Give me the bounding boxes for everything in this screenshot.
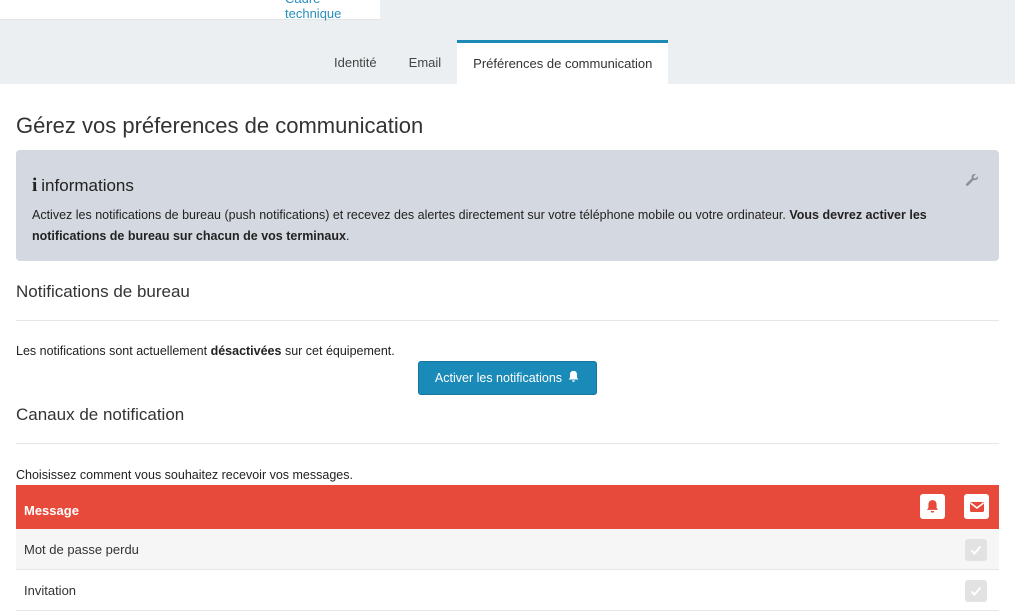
info-text-end: . bbox=[345, 229, 350, 243]
table-row: Mot de passe perdu bbox=[16, 529, 999, 570]
section-divider bbox=[16, 443, 999, 444]
info-text: Activez les notifications de bureau (pus… bbox=[32, 205, 982, 247]
section-divider bbox=[16, 320, 999, 321]
check-icon[interactable] bbox=[965, 580, 987, 602]
tab-email[interactable]: Email bbox=[393, 40, 458, 84]
status-value: désactivées bbox=[210, 344, 282, 358]
envelope-icon bbox=[964, 494, 989, 519]
row-label: Mot de passe perdu bbox=[24, 542, 139, 557]
cadre-technique-link[interactable]: Cadre technique bbox=[285, 0, 380, 21]
notification-channels-title: Canaux de notification bbox=[16, 405, 185, 424]
activate-notifications-label: Activer les notifications bbox=[434, 371, 563, 385]
page-title: Gérez vos préferences de communication bbox=[16, 113, 424, 138]
info-text-normal: Activez les notifications de bureau (pus… bbox=[32, 208, 786, 222]
check-icon[interactable] bbox=[965, 539, 987, 561]
desktop-notifications-title: Notifications de bureau bbox=[16, 282, 190, 301]
message-column-header: Message bbox=[24, 503, 79, 518]
info-panel: i informations Activez les notifications… bbox=[16, 150, 999, 261]
info-title: i informations bbox=[32, 175, 134, 197]
top-left-panel: Cadre technique bbox=[0, 0, 380, 21]
bell-icon bbox=[920, 494, 945, 519]
channels-description: Choisissez comment vous souhaitez recevo… bbox=[16, 468, 353, 482]
status-after: sur cet équipement. bbox=[284, 344, 395, 358]
info-title-text: informations bbox=[41, 176, 134, 195]
status-before: Les notifications sont actuellement bbox=[16, 344, 208, 358]
info-icon: i bbox=[32, 175, 38, 196]
tab-preferences-communication[interactable]: Préférences de communication bbox=[457, 40, 669, 84]
bell-icon bbox=[567, 370, 580, 386]
tab-identite[interactable]: Identité bbox=[318, 40, 393, 84]
wrench-icon[interactable] bbox=[965, 173, 979, 187]
table-row: Invitation bbox=[16, 570, 999, 611]
channels-table-header: Message bbox=[16, 485, 999, 529]
profile-tabs: Identité Email Préférences de communicat… bbox=[318, 40, 669, 84]
row-label: Invitation bbox=[24, 583, 77, 598]
activate-notifications-button[interactable]: Activer les notifications bbox=[418, 361, 597, 395]
notification-status: Les notifications sont actuellement désa… bbox=[16, 344, 395, 358]
